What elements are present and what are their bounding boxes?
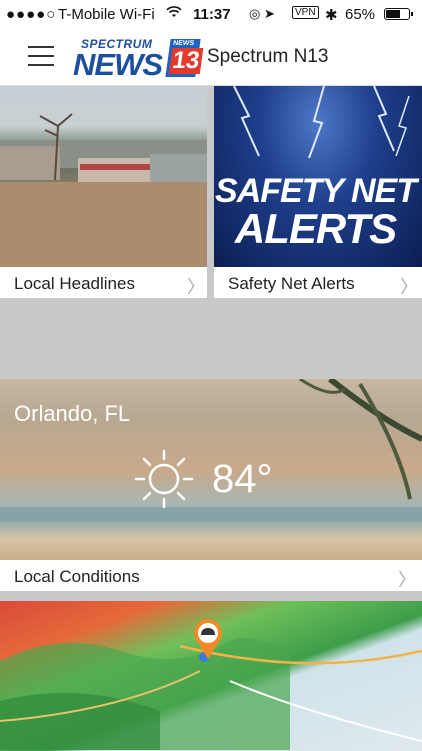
chevron-right-icon: 〉 — [187, 277, 205, 297]
local-headlines-tile[interactable]: Local Headlines 〉 — [0, 86, 207, 298]
battery-percent: 65% — [345, 6, 376, 23]
logo-badge-number: 13 — [168, 47, 204, 74]
status-bar: ●●●●○ T-Mobile Wi-Fi 11:37 ◎ ➤ VPN ✱ 65% — [0, 0, 422, 30]
bluetooth-icon: ✱ — [325, 7, 338, 24]
safety-net-alerts-image: SAFETY NET ALERTS — [214, 86, 422, 267]
hamburger-menu-icon[interactable] — [28, 46, 54, 68]
safety-net-alerts-label: Safety Net Alerts — [228, 274, 355, 293]
sunny-weather-icon — [134, 449, 194, 509]
weather-city: Orlando, FL — [14, 401, 131, 426]
flood-photo — [0, 86, 207, 267]
safety-image-line2: ALERTS — [234, 205, 397, 252]
vpn-badge: VPN — [292, 6, 319, 19]
chevron-right-icon: 〉 — [400, 277, 418, 297]
local-conditions-tile[interactable]: Orlando, FL 84° Local Conditions 〉 — [0, 379, 422, 591]
battery-fill — [386, 10, 400, 18]
radar-map-tile[interactable] — [0, 601, 422, 751]
location-pin-icon[interactable] — [184, 613, 232, 661]
safety-net-alerts-tile[interactable]: SAFETY NET ALERTS Safety Net Alerts 〉 — [214, 86, 422, 298]
logo-13-badge: NEWS 13 — [165, 39, 204, 77]
wifi-icon — [166, 6, 182, 21]
chevron-right-icon: 〉 — [398, 570, 416, 590]
app-header: SPECTRUM NEWS NEWS 13 Spectrum N13 — [0, 30, 422, 86]
battery-icon — [384, 8, 413, 20]
carrier-name: T-Mobile Wi-Fi — [58, 6, 155, 23]
temperature: 84° — [212, 457, 273, 501]
local-conditions-label: Local Conditions — [14, 567, 140, 586]
app-title: Spectrum N13 — [207, 46, 329, 67]
signal-strength-icon: ●●●●○ — [6, 6, 57, 23]
spectrum-news-13-logo: SPECTRUM NEWS NEWS 13 — [73, 36, 204, 82]
logo-badge-news: NEWS — [172, 40, 195, 47]
beach-weather-photo: Orlando, FL 84° — [0, 379, 422, 560]
location-lock-icon: ◎ ➤ — [249, 6, 275, 21]
clock: 11:37 — [193, 6, 231, 23]
local-headlines-label: Local Headlines — [14, 274, 135, 293]
logo-news-text: NEWS — [73, 47, 163, 82]
